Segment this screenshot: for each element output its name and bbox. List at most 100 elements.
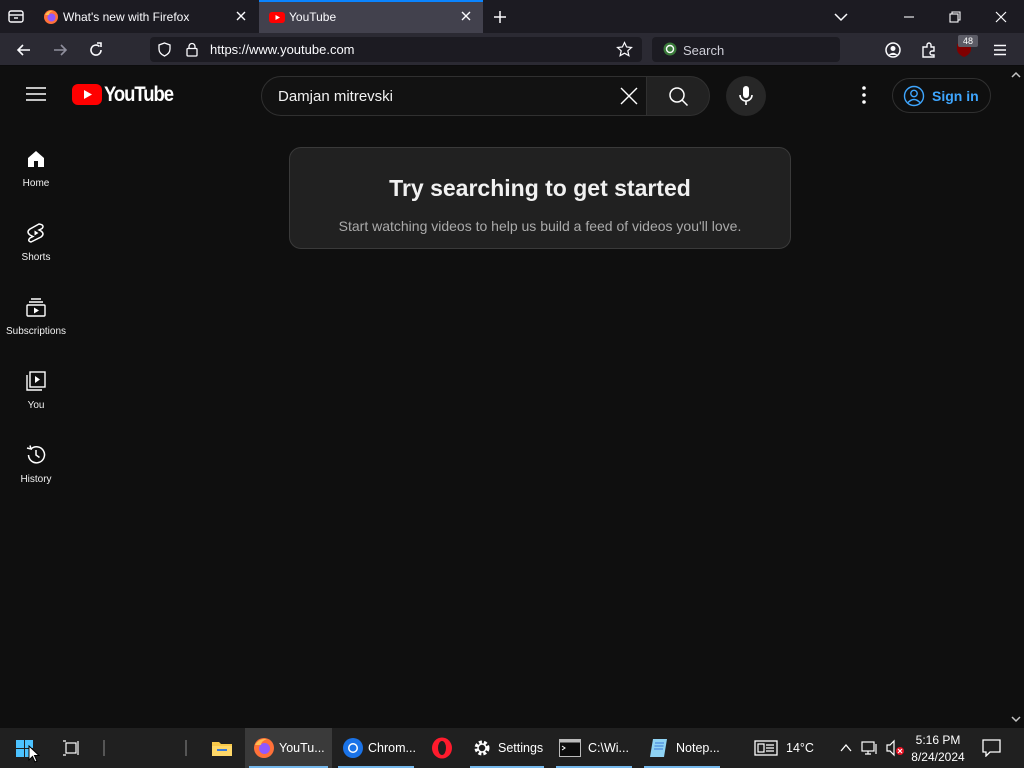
minimize-window-icon[interactable] (901, 9, 917, 25)
taskbar-file-explorer[interactable] (202, 728, 242, 768)
voice-search-button[interactable] (726, 76, 766, 116)
taskbar-item-label: YouTu... (279, 741, 325, 755)
sidebar-item-you[interactable]: You (0, 364, 72, 438)
clear-search-icon[interactable] (619, 86, 639, 106)
settings-more-icon[interactable] (855, 85, 873, 105)
taskbar-chrome[interactable]: Chrom... (334, 728, 418, 768)
tab-whats-new-firefox[interactable]: What's new with Firefox (33, 0, 258, 33)
close-tab-icon[interactable] (234, 9, 248, 23)
search-icon (668, 86, 689, 107)
show-hidden-icons-chevron-icon[interactable] (838, 740, 854, 756)
taskbar-item-label: Notep... (676, 741, 720, 755)
weather-temperature: 14°C (786, 741, 814, 755)
settings-gear-icon (474, 740, 490, 756)
extensions-puzzle-icon[interactable] (920, 41, 938, 59)
empty-feed-card: Try searching to get started Start watch… (289, 147, 791, 249)
tracking-protection-shield-icon[interactable] (157, 42, 172, 57)
search-query-text: Damjan mitrevski (278, 88, 394, 105)
home-icon (25, 148, 47, 170)
news-weather-icon (754, 740, 778, 756)
clock-date: 8/24/2024 (911, 750, 965, 764)
close-window-icon[interactable] (993, 9, 1009, 25)
url-text: https://www.youtube.com (210, 42, 355, 57)
bookmark-star-icon[interactable] (616, 41, 633, 58)
you-icon (25, 370, 47, 392)
account-circle-icon (903, 85, 925, 107)
taskbar-item-label: C:\Wi... (588, 741, 629, 755)
sign-in-button[interactable]: Sign in (892, 78, 991, 113)
sidebar-item-label: Home (22, 178, 50, 189)
empty-feed-subtitle: Start watching videos to help us build a… (338, 218, 742, 234)
search-bar-placeholder: Search (683, 43, 725, 58)
network-icon[interactable] (861, 740, 879, 756)
new-tab-icon[interactable] (492, 9, 508, 25)
firefox-icon (254, 738, 274, 758)
app-menu-icon[interactable] (991, 41, 1009, 59)
taskbar-opera[interactable] (422, 728, 462, 768)
notifications-icon[interactable] (982, 739, 1001, 757)
sidebar-item-shorts[interactable]: Shorts (0, 216, 72, 290)
youtube-favicon-icon (269, 9, 285, 25)
notepad-icon (650, 739, 667, 757)
chrome-icon (343, 738, 363, 758)
taskbar-settings[interactable]: Settings (466, 728, 548, 768)
taskbar-item-label: Settings (498, 741, 544, 755)
sidebar-item-label: History (20, 474, 52, 485)
lock-icon[interactable] (185, 42, 199, 57)
weather-widget[interactable]: 14°C (748, 728, 820, 768)
tab-youtube[interactable]: YouTube (259, 0, 483, 33)
mouse-cursor-icon (28, 745, 40, 763)
sidebar-item-home[interactable]: Home (0, 142, 72, 216)
youtube-logo-icon (72, 84, 102, 105)
sidebar-item-history[interactable]: History (0, 438, 72, 512)
taskbar-command-prompt[interactable]: C:\Wi... (552, 728, 636, 768)
sidebar-item-label: You (27, 400, 45, 411)
clock[interactable]: 5:16 PM 8/24/2024 (906, 728, 972, 768)
microphone-icon (737, 85, 755, 107)
youtube-logo[interactable]: YouTube (72, 83, 174, 109)
start-button[interactable] (0, 728, 48, 768)
extension-badge: 48 (958, 35, 978, 47)
sign-in-label: Sign in (932, 88, 979, 104)
address-bar[interactable]: https://www.youtube.com (150, 37, 642, 62)
guide-menu-icon[interactable] (25, 84, 47, 104)
browser-tab-bar: What's new with Firefox YouTube (0, 0, 1024, 33)
history-icon (25, 444, 47, 466)
list-all-tabs-icon[interactable] (833, 9, 849, 25)
windows-taskbar: YouTu... Chrom... Settings C:\Wi... Note… (0, 728, 1024, 768)
empty-feed-title: Try searching to get started (389, 175, 691, 201)
taskbar-notepad[interactable]: Notep... (640, 728, 724, 768)
search-input[interactable]: Damjan mitrevski (261, 76, 647, 116)
firefox-view-icon[interactable] (7, 8, 25, 25)
task-view-icon (63, 740, 79, 756)
taskbar-divider (103, 740, 105, 756)
account-icon[interactable] (884, 41, 902, 59)
search-button[interactable] (646, 76, 710, 116)
youtube-logo-text: YouTube (104, 83, 174, 106)
restore-window-icon[interactable] (947, 9, 963, 25)
scroll-down-arrow-icon[interactable] (1010, 714, 1022, 724)
shorts-icon (25, 222, 47, 244)
terminal-icon (559, 739, 581, 757)
firefox-logo-icon (43, 9, 59, 25)
volume-muted-icon[interactable] (885, 739, 905, 757)
taskbar-firefox[interactable]: YouTu... (245, 728, 332, 768)
tab-title: YouTube (289, 10, 337, 24)
youtube-page: YouTube Damjan mitrevski Sign in Home Sh… (0, 66, 1024, 728)
opera-icon (432, 737, 452, 759)
sidebar-item-subscriptions[interactable]: Subscriptions (0, 290, 72, 364)
subscriptions-icon (25, 296, 47, 318)
file-explorer-icon (212, 742, 232, 756)
forward-icon[interactable] (51, 41, 69, 59)
back-icon[interactable] (15, 41, 33, 59)
tab-title: What's new with Firefox (63, 10, 190, 24)
reload-icon[interactable] (87, 41, 105, 59)
search-engine-icon[interactable] (662, 41, 678, 57)
web-search-bar[interactable]: Search (652, 37, 840, 62)
sidebar-item-label: Subscriptions (5, 326, 67, 337)
task-view-button[interactable] (52, 728, 92, 768)
scroll-up-arrow-icon[interactable] (1010, 70, 1022, 80)
close-tab-icon[interactable] (459, 9, 473, 23)
sidebar-item-label: Shorts (21, 252, 51, 263)
browser-toolbar: https://www.youtube.com Search 48 (0, 33, 1024, 66)
